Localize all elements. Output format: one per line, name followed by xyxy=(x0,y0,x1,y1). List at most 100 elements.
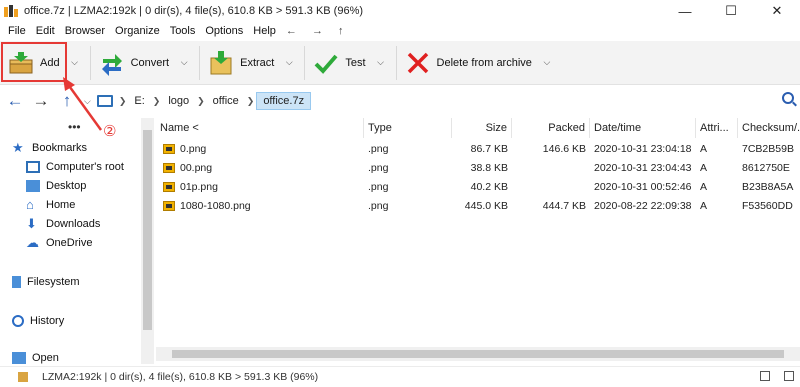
extract-folder-icon xyxy=(208,50,234,76)
window-title: office.7z | LZMA2:192k | 0 dir(s), 4 fil… xyxy=(24,5,364,17)
delete-dropdown-chevron-icon[interactable]: ⌵ xyxy=(536,43,558,83)
annotation-number: ② xyxy=(103,123,117,140)
menu-file[interactable]: File xyxy=(3,25,31,37)
toolbar-divider xyxy=(395,45,397,80)
maximize-button[interactable]: ☐ xyxy=(708,0,754,22)
horizontal-scrollbar[interactable] xyxy=(156,347,800,361)
app-icon xyxy=(4,5,18,17)
crumb-drive[interactable]: E: xyxy=(128,93,150,109)
breadcrumb: ⌵ ❯ E: ❯ logo ❯ office ❯ office.7z xyxy=(82,92,312,110)
table-row[interactable]: 1080-1080.png .png 445.0 KB 444.7 KB 202… xyxy=(156,197,800,216)
status-bar: LZMA2:192k | 0 dir(s), 4 file(s), 610.8 … xyxy=(0,366,800,387)
col-header-type[interactable]: Type xyxy=(364,118,452,138)
col-header-datetime[interactable]: Date/time xyxy=(590,118,696,138)
status-text: LZMA2:192k | 0 dir(s), 4 file(s), 610.8 … xyxy=(42,371,319,383)
nav-filesystem-label: Filesystem xyxy=(27,276,80,288)
download-icon: ⬇ xyxy=(26,216,37,231)
convert-button[interactable]: Convert xyxy=(95,43,174,83)
convert-label: Convert xyxy=(130,56,170,69)
nav-downloads[interactable]: ⬇ Downloads xyxy=(26,216,101,231)
test-label: Test xyxy=(345,56,366,69)
col-header-name[interactable]: Name < xyxy=(156,118,364,138)
clock-icon xyxy=(12,315,24,327)
menu-browser[interactable]: Browser xyxy=(60,25,110,37)
menu-organize[interactable]: Organize xyxy=(110,25,165,37)
nav-desktop[interactable]: Desktop xyxy=(26,180,86,192)
chevron-right-icon[interactable]: ❯ xyxy=(195,96,207,107)
add-label: Add xyxy=(40,56,60,69)
forward-arrow-icon[interactable]: → xyxy=(30,90,52,112)
star-icon: ★ xyxy=(12,140,24,155)
toolbar: Add ⌵ Convert ⌵ Extract ⌵ Test ⌵ Delete … xyxy=(0,41,800,85)
chevron-right-icon[interactable]: ❯ xyxy=(245,96,257,107)
nav-downloads-label: Downloads xyxy=(46,218,101,230)
col-header-size[interactable]: Size xyxy=(452,118,512,138)
nav-desktop-label: Desktop xyxy=(46,180,87,192)
address-bar: ← → ↑ ⌵ ❯ E: ❯ logo ❯ office ❯ office.7z xyxy=(0,86,800,116)
crumb-logo[interactable]: logo xyxy=(162,93,195,109)
desktop-icon xyxy=(26,180,40,192)
col-header-attributes[interactable]: Attri... xyxy=(696,118,738,138)
menu-bar: File Edit Browser Organize Tools Options… xyxy=(0,22,800,40)
image-file-icon xyxy=(163,182,175,192)
nav-open-label: Open xyxy=(32,352,59,364)
table-row[interactable]: 00.png .png 38.8 KB 2020-10-31 23:04:43 … xyxy=(156,159,800,178)
nav-history[interactable]: History xyxy=(12,315,64,327)
crumb-office[interactable]: office xyxy=(207,93,245,109)
nav-onedrive-label: OneDrive xyxy=(46,237,93,249)
archive-icon xyxy=(18,372,28,382)
add-archive-icon xyxy=(8,50,34,76)
extract-button[interactable]: Extract xyxy=(204,43,278,83)
crumb-archive[interactable]: office.7z xyxy=(256,92,312,110)
col-header-packed[interactable]: Packed xyxy=(512,118,590,138)
close-button[interactable]: ✕ xyxy=(754,0,800,22)
checkmark-icon xyxy=(313,50,339,76)
table-row[interactable]: 01p.png .png 40.2 KB 2020-10-31 00:52:46… xyxy=(156,178,800,197)
toolbar-divider xyxy=(304,45,306,80)
test-dropdown-chevron-icon[interactable]: ⌵ xyxy=(370,43,392,83)
menu-options[interactable]: Options xyxy=(200,25,248,37)
search-icon[interactable] xyxy=(782,92,794,104)
cloud-icon: ☁ xyxy=(26,235,39,250)
col-header-checksum[interactable]: Checksum/... xyxy=(738,118,800,138)
menu-nav-arrows[interactable]: ← → ↑ xyxy=(281,25,355,37)
delete-x-icon xyxy=(405,50,431,76)
nav-home-label: Home xyxy=(46,199,76,211)
home-icon: ⌂ xyxy=(26,197,34,212)
convert-arrows-icon xyxy=(99,50,125,76)
image-file-icon xyxy=(163,163,175,173)
nav-computers-root-label: Computer's root xyxy=(46,161,124,173)
nav-onedrive[interactable]: ☁ OneDrive xyxy=(26,235,93,250)
delete-from-archive-button[interactable]: Delete from archive xyxy=(401,43,536,83)
nav-home[interactable]: ⌂ Home xyxy=(26,197,76,212)
nav-scrollbar[interactable] xyxy=(141,118,154,364)
title-bar: office.7z | LZMA2:192k | 0 dir(s), 4 fil… xyxy=(0,0,800,22)
menu-help[interactable]: Help xyxy=(248,25,281,37)
table-row[interactable]: 0.png .png 86.7 KB 146.6 KB 2020-10-31 2… xyxy=(156,140,800,159)
image-file-icon xyxy=(163,144,175,154)
extract-dropdown-chevron-icon[interactable]: ⌵ xyxy=(278,43,300,83)
extract-label: Extract xyxy=(240,56,275,69)
navigation-pane: ••• ★ Bookmarks Computer's root Desktop … xyxy=(0,118,155,364)
delete-label: Delete from archive xyxy=(436,56,532,69)
monitor-icon xyxy=(26,161,40,173)
open-folder-icon xyxy=(12,352,26,364)
menu-edit[interactable]: Edit xyxy=(31,25,60,37)
nav-open[interactable]: Open xyxy=(12,352,59,364)
convert-dropdown-chevron-icon[interactable]: ⌵ xyxy=(173,43,195,83)
nav-bookmarks[interactable]: ★ Bookmarks xyxy=(12,140,88,155)
minimize-button[interactable]: — xyxy=(662,0,708,22)
test-button[interactable]: Test xyxy=(309,43,369,83)
lock-icon xyxy=(760,371,770,381)
chevron-right-icon[interactable]: ❯ xyxy=(117,96,129,107)
status-icons xyxy=(760,371,794,381)
view-icon[interactable] xyxy=(784,371,794,381)
menu-tools[interactable]: Tools xyxy=(165,25,201,37)
image-file-icon xyxy=(163,201,175,211)
nav-bookmarks-label: Bookmarks xyxy=(32,142,88,154)
toolbar-divider xyxy=(199,45,201,80)
nav-computers-root[interactable]: Computer's root xyxy=(26,161,124,173)
nav-filesystem[interactable]: Filesystem xyxy=(12,276,80,288)
back-arrow-icon[interactable]: ← xyxy=(4,90,26,112)
chevron-right-icon[interactable]: ❯ xyxy=(151,96,163,107)
